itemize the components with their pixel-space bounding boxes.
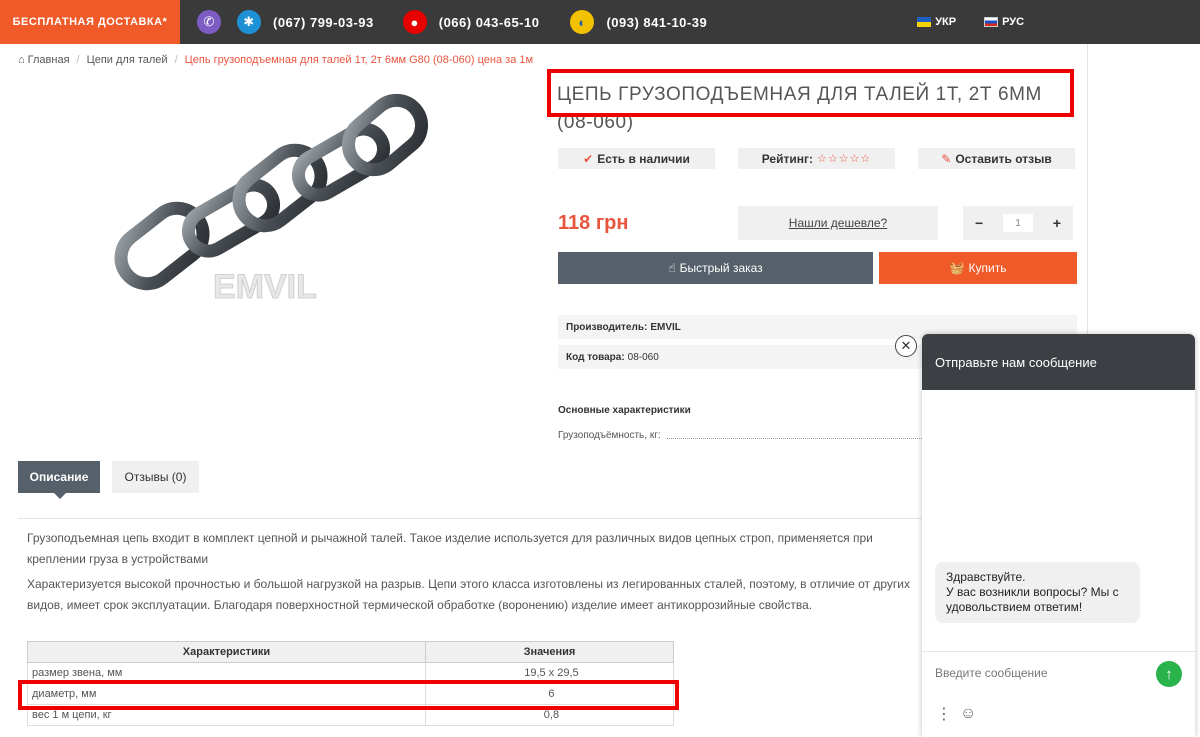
basket-icon: 🧺 bbox=[949, 261, 965, 275]
tab-description[interactable]: Описание bbox=[18, 461, 100, 499]
chat-widget: Отправьте нам сообщение Здравствуйте. У … bbox=[922, 334, 1195, 737]
tab-reviews[interactable]: Отзывы (0) bbox=[112, 461, 199, 493]
home-icon[interactable]: ⌂ bbox=[18, 54, 25, 66]
chat-tools: ⋮ ☺ bbox=[936, 704, 976, 724]
rating[interactable]: Рейтинг: ☆☆☆☆☆ bbox=[738, 148, 895, 169]
chat-message-input[interactable]: Введите сообщение bbox=[935, 666, 1048, 680]
breadcrumb-current: Цепь грузоподъемная для талей 1т, 2т 6мм… bbox=[184, 54, 534, 66]
breadcrumb: ⌂ Главная / Цепи для талей / Цепь грузоп… bbox=[18, 54, 534, 66]
phone-number: (067) 799-03-93 bbox=[273, 14, 374, 30]
product-price: 118 грн bbox=[558, 212, 629, 234]
lifecell-icon: ◐ bbox=[570, 10, 595, 34]
chat-header: Отправьте нам сообщение bbox=[922, 334, 1195, 390]
emoji-icon[interactable]: ☺ bbox=[960, 705, 976, 723]
close-icon[interactable]: ✕ bbox=[895, 335, 917, 357]
phone-vodafone[interactable]: ● (066) 043-65-10 bbox=[402, 10, 540, 34]
description-paragraph-1: Грузоподъемная цепь входит в комплект це… bbox=[27, 531, 873, 566]
chain-image: EMVIL bbox=[114, 93, 428, 307]
table-header: Характеристики bbox=[27, 641, 426, 663]
in-stock-badge: ✔ Есть в наличии bbox=[558, 148, 715, 169]
qty-plus-button[interactable]: + bbox=[1053, 215, 1061, 231]
send-icon[interactable]: ↑ bbox=[1156, 661, 1182, 687]
ru-flag-icon bbox=[984, 17, 999, 27]
buy-button[interactable]: 🧺 Купить bbox=[879, 252, 1077, 284]
spec-capacity: Грузоподъёмность, кг: bbox=[558, 430, 928, 441]
product-image[interactable]: EMVIL bbox=[95, 80, 465, 380]
viber-icon[interactable]: ✆ bbox=[197, 10, 221, 34]
phone-lifecell[interactable]: ◐ (093) 841-10-39 bbox=[570, 10, 707, 34]
kyivstar-icon: ✱ bbox=[237, 10, 261, 34]
quantity-stepper: − + bbox=[963, 206, 1073, 240]
qty-minus-button[interactable]: − bbox=[975, 215, 983, 231]
rating-stars[interactable]: ☆☆☆☆☆ bbox=[817, 152, 871, 165]
chat-greeting-message: Здравствуйте. У вас возникли вопросы? Мы… bbox=[935, 562, 1140, 623]
table-header: Значения bbox=[424, 641, 675, 663]
highlight-box-diameter bbox=[18, 680, 679, 710]
leave-review-button[interactable]: ✎ Оставить отзыв bbox=[918, 148, 1075, 169]
quick-order-button[interactable]: ☝ Быстрый заказ bbox=[558, 252, 873, 284]
table-header-row: Характеристики Значения bbox=[27, 641, 675, 663]
manufacturer-value[interactable]: EMVIL bbox=[650, 322, 681, 333]
check-icon: ✔ bbox=[583, 151, 594, 166]
highlight-box-title bbox=[547, 69, 1074, 117]
phone-kyivstar[interactable]: ✱ (067) 799-03-93 bbox=[237, 10, 374, 34]
lang-rus[interactable]: РУС bbox=[984, 16, 1024, 28]
found-cheaper-link[interactable]: Нашли дешевле? bbox=[738, 206, 938, 240]
edit-icon: ✎ bbox=[941, 151, 952, 166]
top-bar: БЕСПЛАТНАЯ ДОСТАВКА* ✆ ✱ (067) 799-03-93… bbox=[0, 0, 1200, 44]
specs-heading: Основные характеристики bbox=[558, 405, 691, 416]
phone-number: (093) 841-10-39 bbox=[606, 14, 708, 30]
breadcrumb-home[interactable]: Главная bbox=[28, 54, 70, 66]
free-shipping-banner[interactable]: БЕСПЛАТНАЯ ДОСТАВКА* bbox=[0, 0, 180, 44]
vodafone-icon: ● bbox=[402, 10, 427, 34]
phone-number: (066) 043-65-10 bbox=[438, 14, 540, 30]
description-paragraph-2: Характеризуется высокой прочностью и бол… bbox=[27, 577, 911, 612]
ua-flag-icon bbox=[917, 17, 932, 27]
emvil-watermark: EMVIL bbox=[213, 268, 317, 306]
hand-pointer-icon: ☝ bbox=[668, 261, 676, 275]
lang-ukr[interactable]: УКР bbox=[917, 16, 956, 28]
more-options-icon[interactable]: ⋮ bbox=[936, 704, 952, 724]
breadcrumb-category[interactable]: Цепи для талей bbox=[87, 54, 168, 66]
qty-input[interactable] bbox=[1003, 214, 1033, 232]
product-code: 08-060 bbox=[627, 351, 659, 363]
spec-dots bbox=[666, 433, 928, 439]
divider bbox=[922, 651, 1195, 652]
